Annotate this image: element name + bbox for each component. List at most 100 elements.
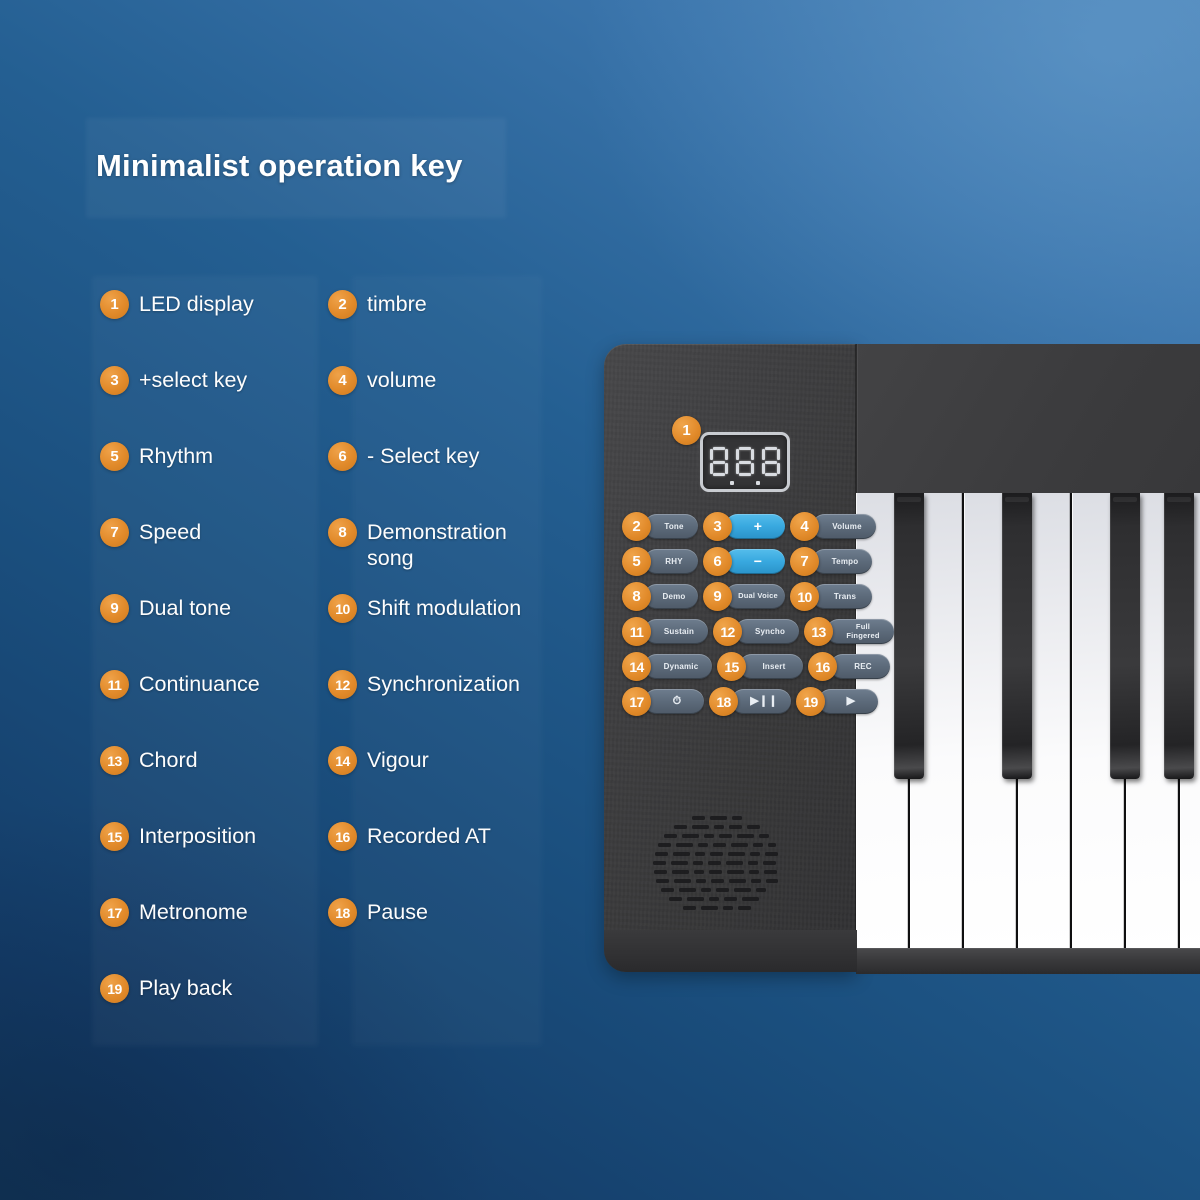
button-label-7[interactable]: Tempo [812,549,872,574]
speaker-slot [737,906,751,910]
button-label-16[interactable]: REC [830,654,890,679]
button-label-15[interactable]: Insert [739,654,803,679]
control-button-15[interactable]: 15 Insert [717,652,803,681]
callout-badge-18: 18 [709,687,738,716]
speaker-slot [727,852,745,856]
button-label-5[interactable]: RHY [644,549,698,574]
control-button-18[interactable]: 18 ▶❙❙ [709,687,791,716]
speaker-slot [709,852,723,856]
legend-row: 7 Speed 8 Demonstration song [100,518,620,594]
legend-label-6: - Select key [367,444,480,468]
infographic-canvas: Minimalist operation key 1 LED display 2 ti… [0,0,1200,1200]
speaker-slot [692,825,710,829]
speaker-slot [763,861,777,865]
play-icon[interactable]: ▶ [818,689,878,714]
control-button-17[interactable]: 17 ⏱ [622,687,704,716]
legend-item-3: 3 +select key [100,366,328,442]
button-row: 8 Demo 9 Dual Voice 10 Trans [622,579,872,614]
black-key[interactable] [1164,493,1194,779]
callout-badge-15: 15 [717,652,746,681]
speaker-slot [709,897,720,901]
button-label-3[interactable]: + [725,514,785,539]
legend-item-18: 18 Pause [328,898,620,974]
control-button-16[interactable]: 16 REC [808,652,890,681]
speaker-slot [654,852,668,856]
legend-label-7: Speed [139,520,202,544]
page-title: Minimalist operation key [96,148,463,183]
legend-item-12: 12 Synchronization [328,670,620,746]
button-label-13[interactable]: Full Fingered [826,619,894,644]
black-key[interactable] [1110,493,1140,779]
button-label-6[interactable]: − [725,549,785,574]
control-button-14[interactable]: 14 Dynamic [622,652,712,681]
callout-badge-3: 3 [703,512,732,541]
speaker-slot [698,843,709,847]
speaker-slot [710,816,728,820]
legend-label-8: Demonstration song [367,520,507,570]
legend-item-7: 7 Speed [100,518,328,594]
speaker-slot [693,870,704,874]
control-button-19[interactable]: 19 ▶ [796,687,878,716]
speaker-slot [732,816,742,820]
legend-label-5: Rhythm [139,444,214,468]
legend-badge-13: 13 [100,746,129,775]
button-label-14[interactable]: Dynamic [644,654,712,679]
control-button-3[interactable]: 3 + [703,512,785,541]
button-label-8[interactable]: Demo [644,584,698,609]
speaker-slot [766,879,778,883]
speaker-slot [714,825,725,829]
control-button-12[interactable]: 12 Syncho [713,617,799,646]
legend-label-11: Continuance [139,672,260,696]
piano-keys[interactable] [856,493,1200,956]
play-pause-icon[interactable]: ▶❙❙ [731,689,791,714]
callout-badge-16: 16 [808,652,837,681]
control-button-8[interactable]: 8 Demo [622,582,698,611]
legend-label-18: Pause [367,900,428,924]
legend-badge-18: 18 [328,898,357,927]
speaker-slot [719,834,733,838]
button-label-4[interactable]: Volume [812,514,876,539]
control-button-10[interactable]: 10 Trans [790,582,872,611]
black-key[interactable] [894,493,924,779]
legend-label-19: Play back [139,976,233,1000]
legend-badge-6: 6 [328,442,357,471]
control-button-9[interactable]: 9 Dual Voice [703,582,785,611]
control-button-2[interactable]: 2 Tone [622,512,698,541]
button-label-12[interactable]: Syncho [735,619,799,644]
led-decimal-1 [730,481,734,485]
control-button-5[interactable]: 5 RHY [622,547,698,576]
black-key[interactable] [1002,493,1032,779]
button-label-11[interactable]: Sustain [644,619,708,644]
speaker-slot [724,897,738,901]
speaker-slot [711,879,725,883]
control-button-11[interactable]: 11 Sustain [622,617,708,646]
callout-badge-6: 6 [703,547,732,576]
legend-label-15: Interposition [139,824,257,848]
legend-item-1: 1 LED display [100,290,328,366]
led-digit-1 [710,447,728,477]
control-button-panel[interactable]: 2 Tone 3 +4 Volume 5 RHY 6−7 Tempo 8 Demo 9 Dual Voi… [622,509,894,719]
speaker-slot [671,861,689,865]
speaker-slot [653,870,667,874]
legend-row: 1 LED display 2 timbre [100,290,620,366]
legend-badge-2: 2 [328,290,357,319]
speaker-slot [749,852,760,856]
button-label-2[interactable]: Tone [644,514,698,539]
metronome-icon[interactable]: ⏱ [644,689,704,714]
control-button-4[interactable]: 4 Volume [790,512,876,541]
digital-piano-device: 1 2 Tone 3 +4 Volume 5 RHY 6−7 Tempo 8 Demo 9 Dual V… [604,344,1200,974]
button-label-10[interactable]: Trans [812,584,872,609]
led-digit-2 [736,447,754,477]
button-label-9[interactable]: Dual Voice [725,584,785,609]
legend-item-16: 16 Recorded AT [328,822,620,898]
legend-label-16: Recorded AT [367,824,491,848]
control-button-7[interactable]: 7 Tempo [790,547,872,576]
device-body-bottom [604,930,857,972]
legend-label-12: Synchronization [367,672,520,696]
control-button-13[interactable]: 13 Full Fingered [804,617,894,646]
legend-label-10: Shift modulation [367,596,522,620]
button-row: 17 ⏱ 18 ▶❙❙ 19 ▶ [622,684,878,719]
callout-badge-5: 5 [622,547,651,576]
control-button-6[interactable]: 6− [703,547,785,576]
legend-label-13: Chord [139,748,198,772]
